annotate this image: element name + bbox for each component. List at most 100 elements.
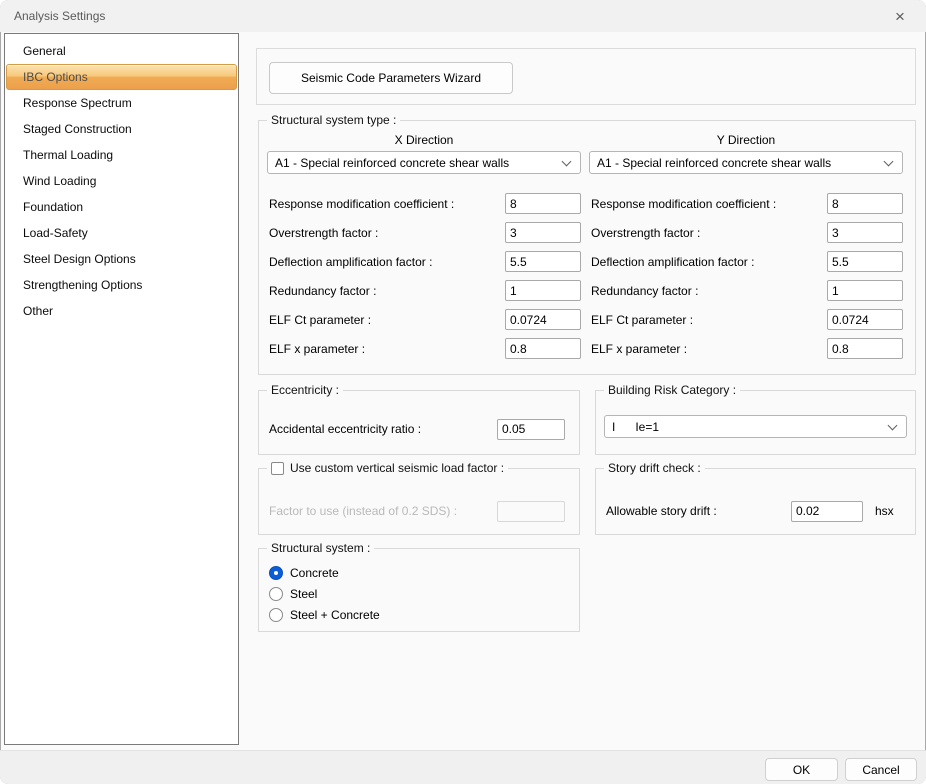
- seismic-wizard-button[interactable]: Seismic Code Parameters Wizard: [269, 62, 513, 94]
- field-row: ELF x parameter :: [589, 334, 903, 363]
- field-row: Overstrength factor :: [589, 218, 903, 247]
- group-custom-vertical-factor: Use custom vertical seismic load factor …: [258, 468, 580, 535]
- response-modification-coefficient-input-y[interactable]: [827, 193, 903, 214]
- footer: OK Cancel: [0, 750, 926, 784]
- sidebar: GeneralIBC OptionsResponse SpectrumStage…: [4, 33, 239, 745]
- group-story-drift-check: Story drift check : Allowable story drif…: [595, 468, 916, 535]
- sidebar-item-response-spectrum[interactable]: Response Spectrum: [5, 90, 238, 116]
- chevron-down-icon: [884, 157, 894, 167]
- allowable-story-drift-input[interactable]: [791, 501, 863, 522]
- field-row: Redundancy factor :: [267, 276, 581, 305]
- window-title: Analysis Settings: [14, 9, 105, 23]
- overstrength-factor-input-x[interactable]: [505, 222, 581, 243]
- direction-column-y: Y Direction A1 - Special reinforced concr…: [589, 121, 903, 363]
- sidebar-item-ibc-options[interactable]: IBC Options: [6, 64, 237, 90]
- field-label: Response modification coefficient :: [589, 197, 827, 211]
- field-label: Deflection amplification factor :: [267, 255, 505, 269]
- building-risk-category-legend: Building Risk Category :: [604, 383, 740, 397]
- field-label: ELF x parameter :: [589, 342, 827, 356]
- sidebar-item-thermal-loading[interactable]: Thermal Loading: [5, 142, 238, 168]
- custom-vertical-factor-legend: Use custom vertical seismic load factor …: [267, 461, 508, 475]
- sidebar-item-foundation[interactable]: Foundation: [5, 194, 238, 220]
- field-label: Response modification coefficient :: [267, 197, 505, 211]
- direction-header-y: Y Direction: [589, 133, 903, 147]
- elf-ct-parameter-input-x[interactable]: [505, 309, 581, 330]
- radio-label: Steel + Concrete: [290, 608, 380, 622]
- eccentricity-label: Accidental eccentricity ratio :: [269, 422, 497, 436]
- field-row: ELF Ct parameter :: [589, 305, 903, 334]
- eccentricity-legend: Eccentricity :: [267, 383, 343, 397]
- group-eccentricity: Eccentricity : Accidental eccentricity r…: [258, 390, 580, 455]
- ok-button[interactable]: OK: [765, 758, 838, 781]
- structural-system-dropdown-y[interactable]: A1 - Special reinforced concrete shear w…: [589, 151, 903, 174]
- field-row: Deflection amplification factor :: [589, 247, 903, 276]
- close-icon[interactable]: ×: [884, 4, 916, 28]
- field-label: ELF Ct parameter :: [267, 313, 505, 327]
- redundancy-factor-input-y[interactable]: [827, 280, 903, 301]
- structural-system-options: Concrete Steel Steel + Concrete: [269, 562, 380, 625]
- deflection-amplification-factor-input-x[interactable]: [505, 251, 581, 272]
- dropdown-value: A1 - Special reinforced concrete shear w…: [597, 156, 831, 170]
- radio-label: Steel: [290, 587, 317, 601]
- field-row: ELF x parameter :: [267, 334, 581, 363]
- custom-vertical-checkbox[interactable]: [271, 462, 284, 475]
- radio-concrete[interactable]: [269, 566, 283, 580]
- wizard-panel: Seismic Code Parameters Wizard: [256, 48, 916, 105]
- field-label: Deflection amplification factor :: [589, 255, 827, 269]
- overstrength-factor-input-y[interactable]: [827, 222, 903, 243]
- field-row: Redundancy factor :: [589, 276, 903, 305]
- allowable-story-drift-label: Allowable story drift :: [606, 504, 791, 518]
- field-row: Response modification coefficient :: [589, 189, 903, 218]
- direction-column-x: X Direction A1 - Special reinforced concr…: [267, 121, 581, 363]
- group-structural-system-type: Structural system type : X DirectionA1 -…: [258, 120, 916, 375]
- field-label: Redundancy factor :: [267, 284, 505, 298]
- analysis-settings-dialog: Analysis Settings × GeneralIBC OptionsRe…: [0, 0, 926, 784]
- field-label: Overstrength factor :: [267, 226, 505, 240]
- chevron-down-icon: [888, 421, 898, 431]
- factor-to-use-label: Factor to use (instead of 0.2 SDS) :: [269, 504, 497, 518]
- field-label: Redundancy factor :: [589, 284, 827, 298]
- story-drift-unit: hsx: [875, 504, 901, 518]
- sidebar-item-load-safety[interactable]: Load-Safety: [5, 220, 238, 246]
- field-row: ELF Ct parameter :: [267, 305, 581, 334]
- dropdown-value: A1 - Special reinforced concrete shear w…: [275, 156, 509, 170]
- sidebar-item-staged-construction[interactable]: Staged Construction: [5, 116, 238, 142]
- titlebar: Analysis Settings: [0, 0, 926, 32]
- structural-system-legend: Structural system :: [267, 541, 374, 555]
- radio-option-concrete[interactable]: Concrete: [269, 562, 380, 583]
- radio-steel[interactable]: [269, 587, 283, 601]
- story-drift-check-legend: Story drift check :: [604, 461, 705, 475]
- risk-category-dropdown[interactable]: I Ie=1: [604, 415, 907, 438]
- sidebar-item-strengthening-options[interactable]: Strengthening Options: [5, 272, 238, 298]
- field-row: Overstrength factor :: [267, 218, 581, 247]
- sidebar-item-other[interactable]: Other: [5, 298, 238, 324]
- chevron-down-icon: [562, 157, 572, 167]
- redundancy-factor-input-x[interactable]: [505, 280, 581, 301]
- elf-x-parameter-input-y[interactable]: [827, 338, 903, 359]
- sidebar-item-steel-design-options[interactable]: Steel Design Options: [5, 246, 238, 272]
- sidebar-item-wind-loading[interactable]: Wind Loading: [5, 168, 238, 194]
- direction-header-x: X Direction: [267, 133, 581, 147]
- risk-category-value: I Ie=1: [612, 420, 659, 434]
- sidebar-item-general[interactable]: General: [5, 38, 238, 64]
- custom-vertical-label: Use custom vertical seismic load factor …: [290, 461, 504, 475]
- eccentricity-input[interactable]: [497, 419, 565, 440]
- elf-x-parameter-input-x[interactable]: [505, 338, 581, 359]
- radio-label: Concrete: [290, 566, 339, 580]
- deflection-amplification-factor-input-y[interactable]: [827, 251, 903, 272]
- field-label: ELF x parameter :: [267, 342, 505, 356]
- response-modification-coefficient-input-x[interactable]: [505, 193, 581, 214]
- radio-steel-concrete[interactable]: [269, 608, 283, 622]
- field-label: ELF Ct parameter :: [589, 313, 827, 327]
- group-structural-system: Structural system : ConcreteSteelSteel +…: [258, 548, 580, 632]
- structural-system-dropdown-x[interactable]: A1 - Special reinforced concrete shear w…: [267, 151, 581, 174]
- field-row: Response modification coefficient :: [267, 189, 581, 218]
- field-row: Deflection amplification factor :: [267, 247, 581, 276]
- radio-option-steel[interactable]: Steel: [269, 583, 380, 604]
- cancel-button[interactable]: Cancel: [845, 758, 917, 781]
- factor-to-use-input: [497, 501, 565, 522]
- elf-ct-parameter-input-y[interactable]: [827, 309, 903, 330]
- group-building-risk-category: Building Risk Category : I Ie=1: [595, 390, 916, 455]
- field-label: Overstrength factor :: [589, 226, 827, 240]
- radio-option-steel-concrete[interactable]: Steel + Concrete: [269, 604, 380, 625]
